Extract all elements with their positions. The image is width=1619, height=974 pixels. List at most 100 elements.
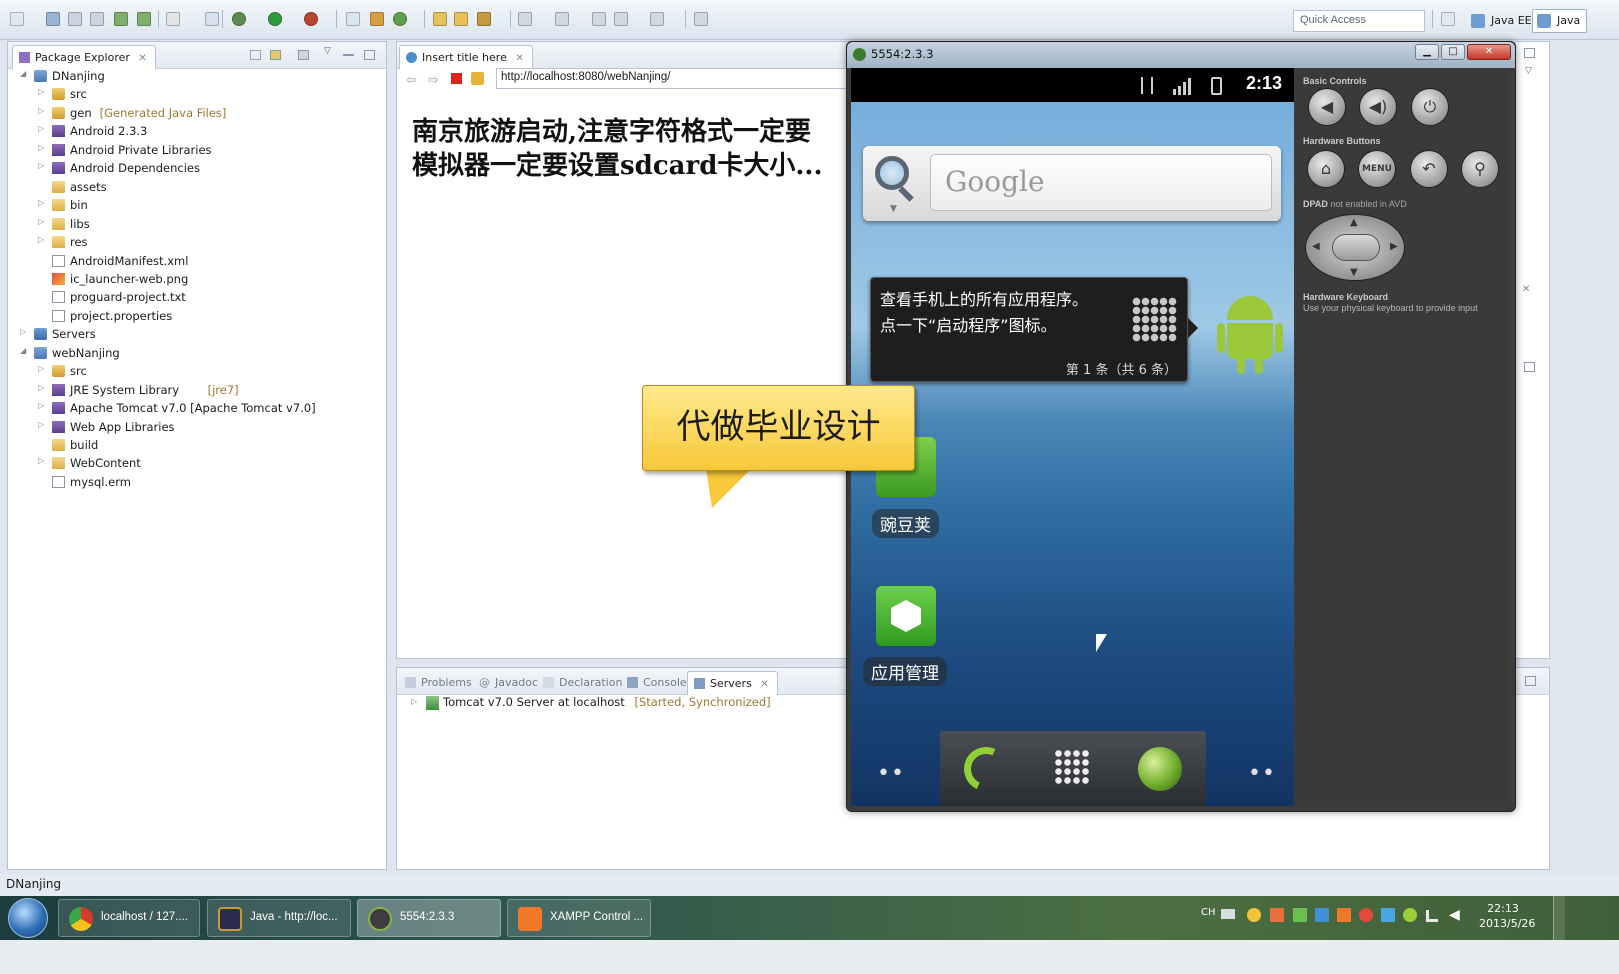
save-icon[interactable] <box>46 12 60 26</box>
minimize-button[interactable]: ▁ <box>1415 44 1439 60</box>
show-desktop-button[interactable] <box>1553 896 1565 940</box>
new-class-icon[interactable] <box>393 12 407 26</box>
close-icon[interactable]: ✕ <box>138 53 146 64</box>
maximize-icon[interactable] <box>1525 676 1536 686</box>
expand-arrow-icon[interactable]: ▷ <box>38 420 44 429</box>
page-indicator-left[interactable]: •• <box>877 761 905 786</box>
new-server-icon[interactable] <box>205 12 219 26</box>
dpad-up-icon[interactable]: ▲ <box>1350 217 1358 228</box>
android-sdk-icon[interactable] <box>114 12 128 26</box>
tray-app-icon[interactable] <box>1270 908 1284 922</box>
expand-arrow-icon[interactable]: ▷ <box>411 697 417 706</box>
tray-app-icon[interactable] <box>1337 908 1351 922</box>
url-field[interactable]: http://localhost:8080/webNanjing/ <box>496 68 856 89</box>
google-search-widget[interactable]: ▼ Google <box>863 146 1281 221</box>
last-edit-icon[interactable] <box>592 12 606 26</box>
skip-breakpoints-icon[interactable] <box>346 12 360 26</box>
close-button[interactable]: ✕ <box>1467 44 1511 60</box>
expand-arrow-icon[interactable]: ▷ <box>38 143 44 152</box>
phone-icon[interactable] <box>957 740 1015 798</box>
link-editor-icon[interactable] <box>270 50 281 60</box>
taskbar-emulator[interactable]: 5554:2.3.3 <box>357 899 501 937</box>
home-button[interactable]: ⌂ <box>1307 150 1345 188</box>
expand-arrow-icon[interactable]: ▷ <box>20 327 26 336</box>
stop-icon[interactable] <box>451 73 462 84</box>
expand-arrow-icon[interactable]: ▷ <box>38 124 44 133</box>
keyboard-icon[interactable] <box>1221 909 1235 919</box>
collapse-all-icon[interactable] <box>250 50 261 60</box>
expand-arrow-icon[interactable]: ▷ <box>38 456 44 465</box>
volume-down-button[interactable]: ◀ <box>1308 88 1346 126</box>
all-apps-icon[interactable] <box>1054 749 1090 785</box>
network-icon[interactable] <box>1426 910 1438 922</box>
maximize-icon[interactable] <box>364 50 375 60</box>
prev-annotation-icon[interactable] <box>555 12 569 26</box>
menu-button[interactable]: MENU <box>1358 150 1396 188</box>
new-icon[interactable] <box>10 12 24 26</box>
android-screen[interactable]: 2:13 ▼ Google 查看手机上的所有应用程序。 点一下“启动程序”图标。… <box>851 68 1294 806</box>
close-icon[interactable]: ✕ <box>760 679 768 690</box>
tray-app-icon[interactable] <box>1381 908 1395 922</box>
taskbar-xampp[interactable]: XAMPP Control ... <box>507 899 651 937</box>
maximize-icon[interactable] <box>1524 362 1535 372</box>
search-button[interactable]: ⚲ <box>1461 150 1499 188</box>
tab-insert-title-here[interactable]: Insert title here ✕ <box>399 45 533 69</box>
open-task-icon[interactable] <box>454 12 468 26</box>
server-row[interactable]: Tomcat v7.0 Server at localhost [Started… <box>443 695 771 709</box>
dpad-left-icon[interactable]: ◀ <box>1312 241 1320 252</box>
tray-app-icon[interactable] <box>1293 908 1307 922</box>
save-all-icon[interactable] <box>68 12 82 26</box>
tab-javadoc[interactable]: @ Javadoc <box>473 671 546 695</box>
back-button[interactable]: ↶ <box>1410 150 1448 188</box>
open-perspective-icon[interactable] <box>1441 12 1455 26</box>
tray-app-icon[interactable] <box>1315 908 1329 922</box>
tab-declaration[interactable]: Declaration <box>537 671 630 695</box>
forward-icon[interactable] <box>650 12 664 26</box>
google-search-field[interactable]: Google <box>930 154 1272 211</box>
power-button[interactable]: ⏻ <box>1411 88 1449 126</box>
maximize-button[interactable]: □ <box>1441 44 1465 60</box>
language-indicator[interactable]: CH <box>1201 907 1216 918</box>
tray-app-icon[interactable] <box>1247 908 1261 922</box>
tab-problems[interactable]: Problems <box>399 671 480 695</box>
pin-editor-icon[interactable] <box>694 12 708 26</box>
taskbar-chrome[interactable]: localhost / 127.... <box>58 899 200 937</box>
view-menu-icon[interactable]: ▽ <box>1525 66 1536 76</box>
run-icon[interactable] <box>268 12 282 26</box>
expand-arrow-icon[interactable]: ▷ <box>38 87 44 96</box>
refresh-icon[interactable] <box>471 72 484 85</box>
dpad-center[interactable] <box>1332 234 1380 261</box>
back-icon[interactable] <box>614 12 628 26</box>
expand-arrow-icon[interactable]: ▷ <box>38 364 44 373</box>
expand-arrow-icon[interactable]: ▷ <box>38 383 44 392</box>
collapse-arrow-icon[interactable]: ◢ <box>20 69 26 78</box>
new-java-package-icon[interactable] <box>370 12 384 26</box>
app-manager-icon[interactable] <box>876 586 936 646</box>
expand-arrow-icon[interactable]: ▷ <box>38 198 44 207</box>
view-menu-icon[interactable]: ▽ <box>324 46 335 56</box>
expand-arrow-icon[interactable]: ▷ <box>38 217 44 226</box>
filter-icon[interactable] <box>298 50 309 60</box>
app-manager-label[interactable]: 应用管理 <box>863 657 947 686</box>
lint-icon[interactable] <box>166 12 180 26</box>
open-type-icon[interactable] <box>433 12 447 26</box>
external-tools-icon[interactable] <box>304 12 318 26</box>
volume-up-button[interactable]: ◀) <box>1359 88 1397 126</box>
wandoujia-app-label[interactable]: 豌豆荚 <box>872 509 939 538</box>
quick-access-input[interactable]: Quick Access <box>1293 10 1425 32</box>
system-clock[interactable]: 22:13 2013/5/26 <box>1479 901 1535 931</box>
back-arrow-icon[interactable]: ⇦ <box>406 73 417 88</box>
tab-package-explorer[interactable]: Package Explorer ✕ <box>12 45 156 69</box>
collapse-arrow-icon[interactable]: ◢ <box>20 346 26 355</box>
expand-arrow-icon[interactable]: ▷ <box>38 235 44 244</box>
dpad-right-icon[interactable]: ▶ <box>1390 241 1398 252</box>
tab-servers[interactable]: Servers ✕ <box>687 671 778 695</box>
close-icon[interactable]: ✕ <box>1522 284 1533 295</box>
expand-arrow-icon[interactable]: ▷ <box>38 106 44 115</box>
volume-icon[interactable]: ◀ <box>1449 907 1460 923</box>
tray-app-icon[interactable] <box>1403 908 1417 922</box>
dpad-down-icon[interactable]: ▼ <box>1350 267 1358 278</box>
expand-arrow-icon[interactable]: ▷ <box>38 401 44 410</box>
perspective-java-ee[interactable]: Java EE <box>1466 9 1539 33</box>
debug-icon[interactable] <box>232 12 246 26</box>
